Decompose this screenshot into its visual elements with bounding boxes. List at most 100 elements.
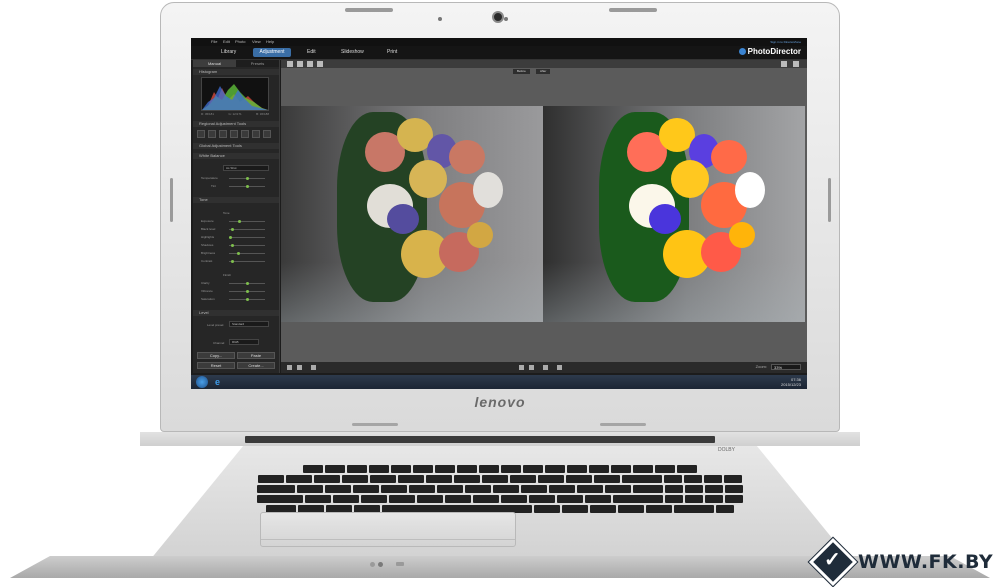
key[interactable] xyxy=(684,475,702,483)
black-level-slider-knob[interactable] xyxy=(231,228,234,231)
key[interactable] xyxy=(538,475,564,483)
menu-view[interactable]: View xyxy=(252,39,261,44)
key[interactable] xyxy=(342,475,368,483)
key-caps[interactable] xyxy=(257,495,303,503)
system-clock[interactable]: 07:36 2015/12/23 xyxy=(781,377,801,387)
person-icon[interactable] xyxy=(287,365,292,370)
paste-button[interactable]: Paste xyxy=(237,352,275,359)
global-tools-header[interactable]: Global Adjustment Tools xyxy=(193,143,279,149)
highlights-slider-knob[interactable] xyxy=(229,236,232,239)
key[interactable] xyxy=(258,475,284,483)
single-view-icon[interactable] xyxy=(287,61,293,67)
temperature-slider-knob[interactable] xyxy=(246,177,249,180)
radial-tool-icon[interactable] xyxy=(219,130,227,138)
tint-slider[interactable] xyxy=(229,185,265,188)
brush-tool-icon[interactable] xyxy=(197,130,205,138)
tone-header[interactable]: Tone xyxy=(193,197,279,203)
key[interactable] xyxy=(704,475,722,483)
shadows-slider-knob[interactable] xyxy=(231,244,234,247)
spot-tool-icon[interactable] xyxy=(241,130,249,138)
key[interactable] xyxy=(589,465,609,473)
key[interactable] xyxy=(685,485,703,493)
key[interactable] xyxy=(501,495,527,503)
key[interactable] xyxy=(391,465,411,473)
people-icon[interactable] xyxy=(297,365,302,370)
filmstrip-icon[interactable] xyxy=(311,365,316,370)
after-photo[interactable] xyxy=(543,106,805,322)
key[interactable] xyxy=(523,465,543,473)
menu-photo[interactable]: Photo xyxy=(235,39,245,44)
key[interactable] xyxy=(534,505,560,513)
key[interactable] xyxy=(557,495,583,503)
internet-explorer-icon[interactable]: e xyxy=(215,377,220,387)
key[interactable] xyxy=(314,475,340,483)
key[interactable] xyxy=(303,465,323,473)
key[interactable] xyxy=(562,505,588,513)
key[interactable] xyxy=(501,465,521,473)
key[interactable] xyxy=(353,485,379,493)
key[interactable] xyxy=(369,465,389,473)
compare-tool-icon[interactable] xyxy=(263,130,271,138)
exposure-slider[interactable] xyxy=(229,220,265,223)
redeye-tool-icon[interactable] xyxy=(230,130,238,138)
key[interactable] xyxy=(370,475,396,483)
clarity-slider[interactable] xyxy=(229,282,265,285)
key[interactable] xyxy=(381,485,407,493)
key[interactable] xyxy=(409,485,435,493)
key[interactable] xyxy=(445,495,471,503)
key[interactable] xyxy=(493,485,519,493)
key[interactable] xyxy=(549,485,575,493)
tab-manual[interactable]: Manual xyxy=(193,60,236,67)
shadows-slider[interactable] xyxy=(229,244,265,247)
key[interactable] xyxy=(655,465,675,473)
key[interactable] xyxy=(305,495,331,503)
key[interactable] xyxy=(633,465,653,473)
start-button-icon[interactable] xyxy=(196,376,208,388)
crop-tool-icon[interactable] xyxy=(252,130,260,138)
key[interactable] xyxy=(545,465,565,473)
key[interactable] xyxy=(437,485,463,493)
key[interactable] xyxy=(325,465,345,473)
touchpad[interactable] xyxy=(260,512,516,547)
copy-button[interactable]: Copy... xyxy=(197,352,235,359)
key[interactable] xyxy=(725,495,743,503)
clarity-slider-knob[interactable] xyxy=(246,282,249,285)
key-enter[interactable] xyxy=(613,495,663,503)
white-balance-header[interactable]: White Balance xyxy=(193,153,279,159)
key[interactable] xyxy=(590,505,616,513)
key[interactable] xyxy=(577,485,603,493)
key[interactable] xyxy=(417,495,443,503)
key[interactable] xyxy=(685,495,703,503)
key[interactable] xyxy=(521,485,547,493)
key[interactable] xyxy=(725,485,743,493)
before-photo[interactable] xyxy=(281,106,543,322)
key[interactable] xyxy=(618,505,644,513)
key[interactable] xyxy=(611,465,631,473)
saturation-slider[interactable] xyxy=(229,298,265,301)
sign-in-link[interactable]: Sign in to DirectorZone xyxy=(770,40,801,44)
tab-adjustment[interactable]: Adjustment xyxy=(253,48,291,57)
reset-button[interactable]: Reset xyxy=(197,362,235,369)
key[interactable] xyxy=(529,495,555,503)
key[interactable] xyxy=(479,465,499,473)
key[interactable] xyxy=(510,475,536,483)
key[interactable] xyxy=(594,475,620,483)
key[interactable] xyxy=(724,475,742,483)
compare-view-icon[interactable] xyxy=(297,61,303,67)
tab-library[interactable]: Library xyxy=(217,48,240,57)
level-preset-select[interactable]: Standard xyxy=(229,321,269,327)
key[interactable] xyxy=(389,495,415,503)
white-balance-preset[interactable]: As Shot xyxy=(223,165,269,171)
key[interactable] xyxy=(465,485,491,493)
key[interactable] xyxy=(333,495,359,503)
key-tab[interactable] xyxy=(257,485,295,493)
brightness-slider[interactable] xyxy=(229,252,265,255)
key[interactable] xyxy=(664,475,682,483)
tab-print[interactable]: Print xyxy=(383,48,401,57)
create-button[interactable]: Create... xyxy=(237,362,275,369)
gradient-tool-icon[interactable] xyxy=(208,130,216,138)
rotate-right-icon[interactable] xyxy=(543,365,548,370)
grid-view-icon[interactable] xyxy=(307,61,313,67)
rotate-icon[interactable] xyxy=(781,61,787,67)
saturation-slider-knob[interactable] xyxy=(246,298,249,301)
